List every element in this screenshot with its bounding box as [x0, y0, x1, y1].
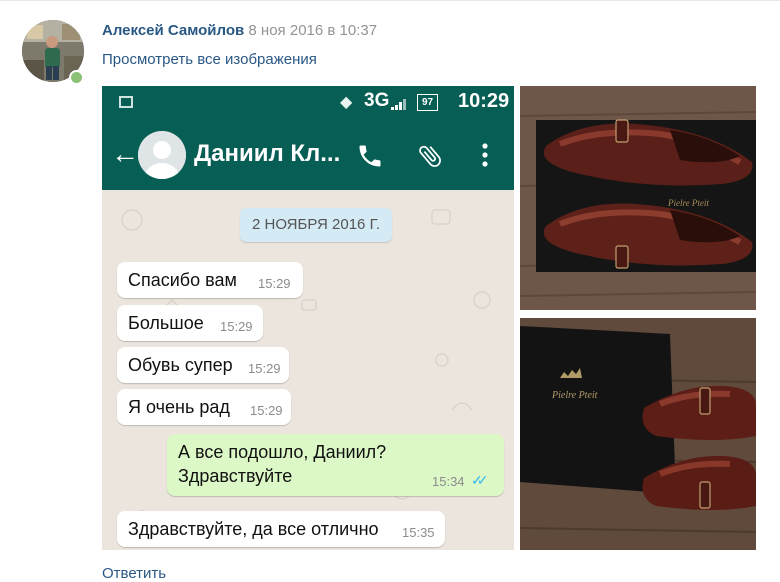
diamond-icon: ◆	[340, 94, 353, 111]
contact-name: Даниил Кл...	[194, 140, 341, 167]
message-time: 15:34	[432, 474, 465, 489]
chat-area: 2 НОЯБРЯ 2016 Г. Спасибо вам 15:29 Больш…	[102, 190, 514, 550]
message-text-line2: Здравствуйте	[178, 466, 293, 486]
network-type: 3G	[364, 90, 390, 111]
message-bubble: Спасибо вам 15:29	[117, 262, 303, 298]
phone-status-bar: ◆ 3G 97 10:29	[102, 86, 514, 120]
battery-level: 97	[417, 94, 439, 111]
chat-app-bar: ← Даниил Кл...	[102, 120, 514, 190]
message-text-line1: А все подошло, Даниил?	[178, 442, 387, 462]
shoes-on-box-photo: Pielre Pteit	[520, 86, 756, 310]
outgoing-message-bubble: А все подошло, Даниил? Здравствуйте 15:3…	[167, 434, 504, 496]
whatsapp-screenshot-image[interactable]: ◆ 3G 97 10:29 ← Даниил Кл... 2 НОЯБРЯ 20…	[102, 86, 514, 550]
online-status-dot	[69, 70, 84, 85]
message-bubble: Я очень рад 15:29	[117, 389, 291, 425]
svg-text:Pielre Pteit: Pielre Pteit	[551, 390, 598, 401]
post-header: Алексей Самойлов 8 ноя 2016 в 10:37	[102, 22, 377, 39]
message-time: 15:35	[402, 525, 435, 540]
author-name-link[interactable]: Алексей Самойлов	[102, 22, 244, 39]
message-text: Здравствуйте, да все отлично	[128, 519, 379, 539]
read-double-check-icon: ✓✓	[471, 472, 489, 488]
more-vertical-icon	[482, 143, 488, 167]
contact-avatar	[138, 131, 186, 179]
message-text: Обувь супер	[128, 355, 233, 375]
view-all-images-link[interactable]: Просмотреть все изображения	[102, 51, 317, 68]
status-time: 10:29	[458, 90, 510, 112]
shoes-and-box-photo: Pielre Pteit	[520, 318, 756, 550]
reply-link[interactable]: Ответить	[102, 565, 166, 582]
message-time: 15:29	[220, 319, 253, 334]
message-text: Большое	[128, 313, 204, 333]
post-date[interactable]: 8 ноя 2016 в 10:37	[248, 22, 377, 39]
attach-clip-icon	[419, 145, 441, 167]
top-divider	[0, 0, 780, 1]
back-arrow-icon: ←	[111, 138, 139, 169]
message-text: Я очень рад	[128, 397, 230, 417]
message-time: 15:29	[248, 361, 281, 376]
gallery-notification-icon	[119, 96, 133, 108]
shoes-photo-2[interactable]: Pielre Pteit	[520, 318, 756, 550]
message-bubble: Большое 15:29	[117, 305, 263, 341]
message-text: Спасибо вам	[128, 270, 237, 290]
svg-text:Pielre Pteit: Pielre Pteit	[667, 198, 709, 208]
shoes-photo-1[interactable]: Pielre Pteit	[520, 86, 756, 310]
signal-bars-icon	[391, 99, 406, 110]
message-time: 15:29	[250, 403, 283, 418]
message-bubble: Обувь супер 15:29	[117, 347, 289, 383]
default-avatar-icon	[138, 131, 186, 179]
message-time: 15:29	[258, 276, 291, 291]
date-divider: 2 НОЯБРЯ 2016 Г.	[240, 208, 393, 242]
phone-call-icon	[359, 145, 381, 167]
message-bubble: Здравствуйте, да все отлично 15:35	[117, 511, 445, 547]
